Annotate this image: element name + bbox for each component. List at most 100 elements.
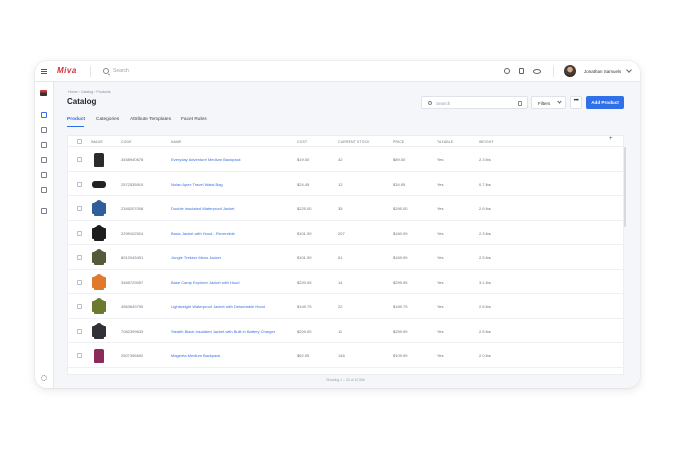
product-thumbnail[interactable]: [92, 175, 106, 193]
add-column-button[interactable]: +: [609, 136, 613, 143]
row-checkbox[interactable]: [77, 304, 82, 309]
marketing-icon[interactable]: [41, 157, 47, 163]
product-name-link[interactable]: Jungle Trekker Mens Jacket: [171, 255, 221, 260]
menu-icon[interactable]: [41, 69, 47, 74]
table-row[interactable]: 2345207008 Double Insulated Waterproof Ja…: [68, 196, 624, 221]
product-taxable: Yes: [437, 328, 444, 334]
eye-icon[interactable]: [533, 69, 541, 74]
orders-icon[interactable]: [41, 142, 47, 148]
breadcrumb[interactable]: Home › Catalog › Products: [68, 90, 111, 94]
column-stock[interactable]: CURRENT STOCK: [338, 140, 370, 144]
tab-attribute-templates[interactable]: Attribute Templates: [130, 117, 171, 122]
product-taxable: Yes: [437, 181, 444, 187]
product-stock: 35: [338, 206, 343, 211]
product-price: $299.95: [393, 279, 408, 285]
settings-icon[interactable]: [41, 375, 47, 381]
avatar[interactable]: [564, 65, 576, 77]
product-cost: $149.79: [297, 304, 312, 309]
tab-facet-rules[interactable]: Facet Rules: [181, 117, 207, 122]
table-row[interactable]: 2572535910 Nolan Apex Travel Waist Bag $24…: [68, 172, 624, 196]
chevron-down-icon[interactable]: [626, 67, 632, 73]
product-cost: $225.00: [297, 206, 312, 211]
customers-icon[interactable]: [41, 127, 47, 133]
active-tab-indicator: [67, 126, 84, 127]
product-code: 7082399633: [121, 328, 144, 334]
product-name-link[interactable]: Base Camp Explorer Jacket with Hood: [171, 280, 239, 285]
product-name-link[interactable]: Double Insulated Waterproof Jacket: [171, 206, 234, 211]
filters-label: Filters: [538, 101, 551, 106]
product-weight: 2.5 lbs: [479, 328, 491, 334]
column-image[interactable]: IMAGE: [91, 140, 103, 144]
product-thumbnail[interactable]: [92, 224, 106, 242]
table-scrollbar[interactable]: [624, 147, 626, 227]
product-price: $259.99: [393, 328, 408, 334]
payments-icon[interactable]: [41, 208, 47, 214]
search-icon: [428, 101, 432, 105]
column-price[interactable]: PRICE: [393, 140, 404, 144]
product-thumbnail[interactable]: [92, 273, 106, 291]
product-thumbnail[interactable]: [92, 346, 106, 364]
row-checkbox[interactable]: [77, 230, 82, 236]
table-row[interactable]: 4563649790 Lightweight Waterproof Jacket …: [68, 294, 624, 319]
product-thumbnail[interactable]: [92, 150, 106, 168]
store-flag-icon[interactable]: [40, 90, 47, 96]
product-code: 2345207008: [121, 206, 144, 211]
row-checkbox[interactable]: [77, 206, 82, 211]
filters-button[interactable]: Filters: [531, 96, 566, 109]
product-cost: $19.00: [297, 157, 310, 162]
catalog-search-input[interactable]: Search: [421, 96, 528, 109]
product-name-link[interactable]: Nolan Apex Travel Waist Bag: [171, 182, 223, 187]
product-name-link[interactable]: Magenta Medium Backpack: [171, 353, 220, 358]
table-row[interactable]: 2299102524 Basic Jacket with Hood - Rever…: [68, 221, 624, 245]
add-product-button[interactable]: Add Product: [586, 96, 624, 109]
row-checkbox[interactable]: [77, 279, 82, 285]
product-price: $169.99: [393, 255, 408, 260]
table-row[interactable]: 8012045451 Jungle Trekker Mens Jacket $101…: [68, 245, 624, 270]
product-name-link[interactable]: Everyday Adventure Medium Backpack: [171, 157, 241, 162]
table-row[interactable]: 2507356692 Magenta Medium Backpack $62.95 1…: [68, 343, 624, 368]
clipboard-icon[interactable]: [518, 101, 522, 106]
product-stock: 14: [338, 279, 343, 285]
product-name-link[interactable]: Lightweight Waterproof Jacket with Detac…: [171, 304, 265, 309]
row-checkbox[interactable]: [77, 157, 82, 162]
row-checkbox[interactable]: [77, 255, 82, 260]
product-name-link[interactable]: Basic Jacket with Hood - Reversible: [171, 231, 235, 236]
column-cost[interactable]: COST: [297, 140, 307, 144]
more-options-button[interactable]: •••: [570, 96, 582, 109]
products-table: IMAGE CODE NAME COST CURRENT STOCK PRICE…: [67, 135, 625, 375]
row-checkbox[interactable]: [77, 181, 82, 187]
column-name[interactable]: NAME: [171, 140, 182, 144]
user-name[interactable]: Jonathan Samuels: [584, 69, 621, 74]
product-code: 3458940678: [121, 157, 144, 162]
search-icon[interactable]: [103, 68, 109, 74]
catalog-icon[interactable]: [41, 112, 47, 118]
row-checkbox[interactable]: [77, 353, 82, 358]
table-row[interactable]: 7082399633 Stealth Black Insulated Jacket…: [68, 319, 624, 343]
tab-product[interactable]: Product: [67, 117, 85, 122]
product-taxable: Yes: [437, 255, 444, 260]
pages-icon[interactable]: [41, 187, 47, 193]
bookmark-icon[interactable]: [519, 68, 524, 74]
reports-icon[interactable]: [41, 172, 47, 178]
product-thumbnail[interactable]: [92, 248, 106, 266]
row-checkbox[interactable]: [77, 328, 82, 334]
select-all-checkbox[interactable]: [77, 139, 82, 144]
product-taxable: Yes: [437, 157, 444, 162]
product-price: $189.79: [393, 304, 408, 309]
product-thumbnail[interactable]: [92, 322, 106, 340]
miva-logo[interactable]: Miva: [57, 66, 77, 75]
catalog-search-placeholder: Search: [436, 101, 451, 106]
product-thumbnail[interactable]: [92, 297, 106, 315]
column-code[interactable]: CODE: [121, 140, 132, 144]
history-icon[interactable]: [504, 68, 510, 74]
tab-categories[interactable]: Categories: [96, 117, 119, 122]
column-taxable[interactable]: TAXABLE: [437, 140, 453, 144]
table-row[interactable]: 3465729057 Base Camp Explorer Jacket with…: [68, 270, 624, 294]
product-thumbnail[interactable]: [92, 199, 106, 217]
product-cost: $101.99: [297, 255, 312, 260]
global-search-input[interactable]: Search: [113, 68, 129, 74]
column-weight[interactable]: WEIGHT: [479, 140, 494, 144]
app-window: Miva Search Jonathan Samuels Home › Cata…: [35, 61, 640, 388]
product-name-link[interactable]: Stealth Black Insulated Jacket with Buil…: [171, 329, 275, 334]
table-row[interactable]: 3458940678 Everyday Adventure Medium Back…: [68, 147, 624, 172]
